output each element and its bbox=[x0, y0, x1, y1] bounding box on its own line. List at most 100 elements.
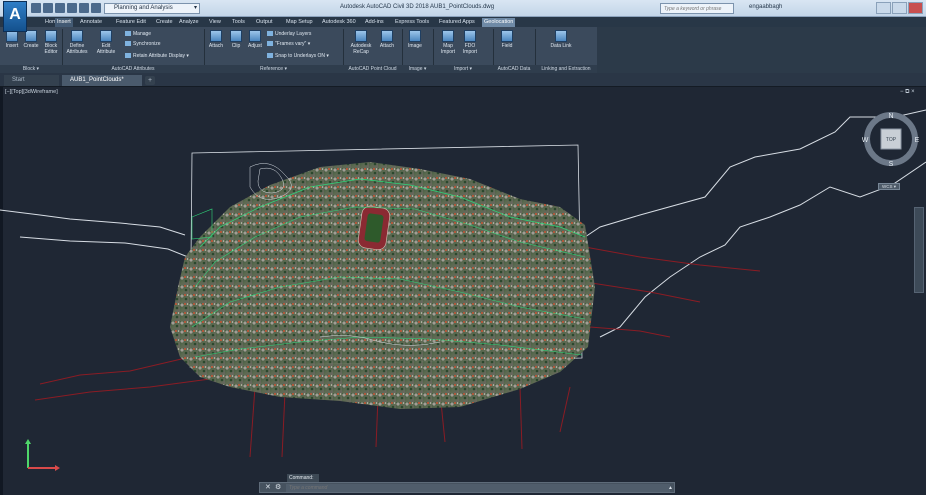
tab-autodesk-360[interactable]: Autodesk 360 bbox=[320, 18, 358, 27]
road-line bbox=[584, 281, 701, 303]
maximize-button[interactable] bbox=[892, 2, 907, 14]
frames-dropdown[interactable]: "Frames vary" ▾ bbox=[267, 41, 310, 47]
image-icon bbox=[409, 30, 421, 42]
point-cloud-attach-label: Attach bbox=[379, 43, 395, 49]
autodesk-recap-button[interactable]: Autodesk ReCap bbox=[346, 30, 376, 55]
fdo-import-icon bbox=[464, 30, 476, 42]
snap-to-underlays-dropdown[interactable]: Snap to Underlays ON ▾ bbox=[267, 53, 329, 59]
panel-import-label[interactable]: Import ▾ bbox=[433, 65, 493, 73]
field-button[interactable]: Field bbox=[497, 30, 517, 49]
title-bar: Planning and Analysis ▾ Autodesk AutoCAD … bbox=[0, 0, 926, 17]
wcs-menu[interactable]: WCS ▾ bbox=[878, 183, 900, 190]
layers-icon bbox=[267, 31, 273, 37]
attach-button[interactable]: Attach bbox=[206, 30, 226, 49]
recap-icon bbox=[355, 30, 367, 42]
data-link-icon bbox=[555, 30, 567, 42]
workspace-dropdown[interactable]: Planning and Analysis ▾ bbox=[104, 3, 200, 14]
tab-insert[interactable]: Insert bbox=[55, 18, 73, 27]
tab-add-ins[interactable]: Add-ins bbox=[363, 18, 386, 27]
tab-view[interactable]: View bbox=[207, 18, 223, 27]
undo-icon[interactable] bbox=[79, 3, 89, 13]
compass-south[interactable]: S bbox=[889, 161, 894, 168]
compass-west[interactable]: W bbox=[862, 137, 869, 144]
point-cloud-attach-button[interactable]: Attach bbox=[376, 30, 398, 49]
close-icon[interactable]: ✕ bbox=[265, 483, 271, 493]
define-attributes-label: Define Attributes bbox=[66, 43, 88, 55]
point-cloud[interactable] bbox=[170, 162, 595, 409]
define-attributes-button[interactable]: Define Attributes bbox=[63, 30, 91, 55]
manage-button[interactable]: Manage bbox=[125, 31, 151, 37]
road-line bbox=[34, 378, 211, 401]
road-line bbox=[39, 356, 191, 385]
drawing-canvas[interactable] bbox=[0, 87, 926, 495]
underlay-layers-button[interactable]: Underlay Layers bbox=[267, 31, 311, 37]
new-tab-plus-icon[interactable]: + bbox=[145, 76, 155, 85]
document-tab-bar: Start AUB1_PointClouds* + bbox=[0, 73, 926, 87]
viewcube[interactable]: TOP N S E W bbox=[862, 110, 920, 168]
viewport-controls-label[interactable]: [−][Top][3dWireframe] bbox=[5, 89, 58, 95]
tab-analyze[interactable]: Analyze bbox=[177, 18, 201, 27]
tab-annotate[interactable]: Annotate bbox=[78, 18, 104, 27]
search-input[interactable] bbox=[660, 3, 734, 14]
print-icon[interactable] bbox=[67, 3, 77, 13]
tab-map-setup[interactable]: Map Setup bbox=[284, 18, 315, 27]
fdo-import-button[interactable]: FDO Import bbox=[459, 30, 481, 55]
chevron-up-icon[interactable]: ▲ bbox=[668, 483, 673, 493]
command-history: Command: bbox=[287, 474, 319, 482]
tab-drawing[interactable]: AUB1_PointClouds* bbox=[62, 75, 142, 86]
ucs-x-arrow bbox=[55, 465, 60, 471]
insert-block-button[interactable]: Insert bbox=[3, 30, 21, 49]
panel-reference-label[interactable]: Reference ▾ bbox=[204, 65, 343, 73]
ribbon-tab-bar: Home Insert Annotate Feature Edit Create… bbox=[0, 17, 926, 27]
navigation-bar[interactable] bbox=[914, 207, 924, 293]
viewport-window-controls[interactable]: − ⧉ × bbox=[900, 89, 915, 96]
clip-button[interactable]: Clip bbox=[227, 30, 245, 49]
panel-image-label[interactable]: Image ▾ bbox=[402, 65, 433, 73]
synchronize-button[interactable]: Synchronize bbox=[125, 41, 161, 47]
ucs-y-arrow bbox=[25, 439, 31, 444]
tab-output[interactable]: Output bbox=[254, 18, 275, 27]
snap-label: Snap to Underlays ON ▾ bbox=[275, 53, 329, 59]
compass-north[interactable]: N bbox=[888, 113, 893, 120]
adjust-button[interactable]: Adjust bbox=[245, 30, 265, 49]
command-input[interactable] bbox=[286, 484, 670, 492]
tab-create[interactable]: Create bbox=[154, 18, 175, 27]
create-block-button[interactable]: Create bbox=[21, 30, 41, 49]
synchronize-icon bbox=[125, 41, 131, 47]
tab-start[interactable]: Start bbox=[4, 75, 59, 86]
new-icon[interactable] bbox=[31, 3, 41, 13]
tab-featured-apps[interactable]: Featured Apps bbox=[437, 18, 477, 27]
redo-icon[interactable] bbox=[91, 3, 101, 13]
underlay-layers-label: Underlay Layers bbox=[275, 31, 312, 37]
manage-icon bbox=[125, 31, 131, 37]
data-link-label: Data Link bbox=[550, 43, 572, 49]
minimize-button[interactable] bbox=[876, 2, 891, 14]
open-icon[interactable] bbox=[43, 3, 53, 13]
panel-block-label[interactable]: Block ▾ bbox=[0, 65, 62, 73]
app-menu-button[interactable]: A bbox=[3, 1, 27, 32]
edit-attribute-button[interactable]: Edit Attribute bbox=[93, 30, 119, 55]
retain-attribute-display-dropdown[interactable]: Retain Attribute Display ▾ bbox=[125, 53, 189, 59]
save-icon[interactable] bbox=[55, 3, 65, 13]
wrench-icon[interactable]: ⚙ bbox=[275, 483, 281, 493]
retain-display-icon bbox=[125, 53, 131, 59]
data-link-button[interactable]: Data Link bbox=[550, 30, 572, 49]
workspace-label: Planning and Analysis bbox=[114, 5, 173, 11]
compass-east[interactable]: E bbox=[915, 137, 920, 144]
ribbon-separator bbox=[493, 29, 494, 65]
close-button[interactable] bbox=[908, 2, 923, 14]
tab-feature-edit[interactable]: Feature Edit bbox=[114, 18, 148, 27]
panel-attributes-label: AutoCAD Attributes bbox=[111, 66, 155, 72]
block-editor-button[interactable]: Block Editor bbox=[40, 30, 62, 55]
ribbon-separator bbox=[343, 29, 344, 65]
command-line: ✕ ⚙ ▲ bbox=[259, 482, 675, 493]
tab-express-tools[interactable]: Express Tools bbox=[393, 18, 431, 27]
point-cloud-attach-icon bbox=[381, 30, 393, 42]
user-account[interactable]: engaabbagh bbox=[749, 4, 782, 10]
synchronize-label: Synchronize bbox=[133, 41, 161, 47]
tab-tools[interactable]: Tools bbox=[230, 18, 247, 27]
block-editor-icon bbox=[45, 30, 57, 42]
image-button[interactable]: Image bbox=[404, 30, 426, 49]
tab-geolocation[interactable]: Geolocation bbox=[482, 18, 516, 27]
map-import-button[interactable]: Map Import bbox=[437, 30, 459, 55]
